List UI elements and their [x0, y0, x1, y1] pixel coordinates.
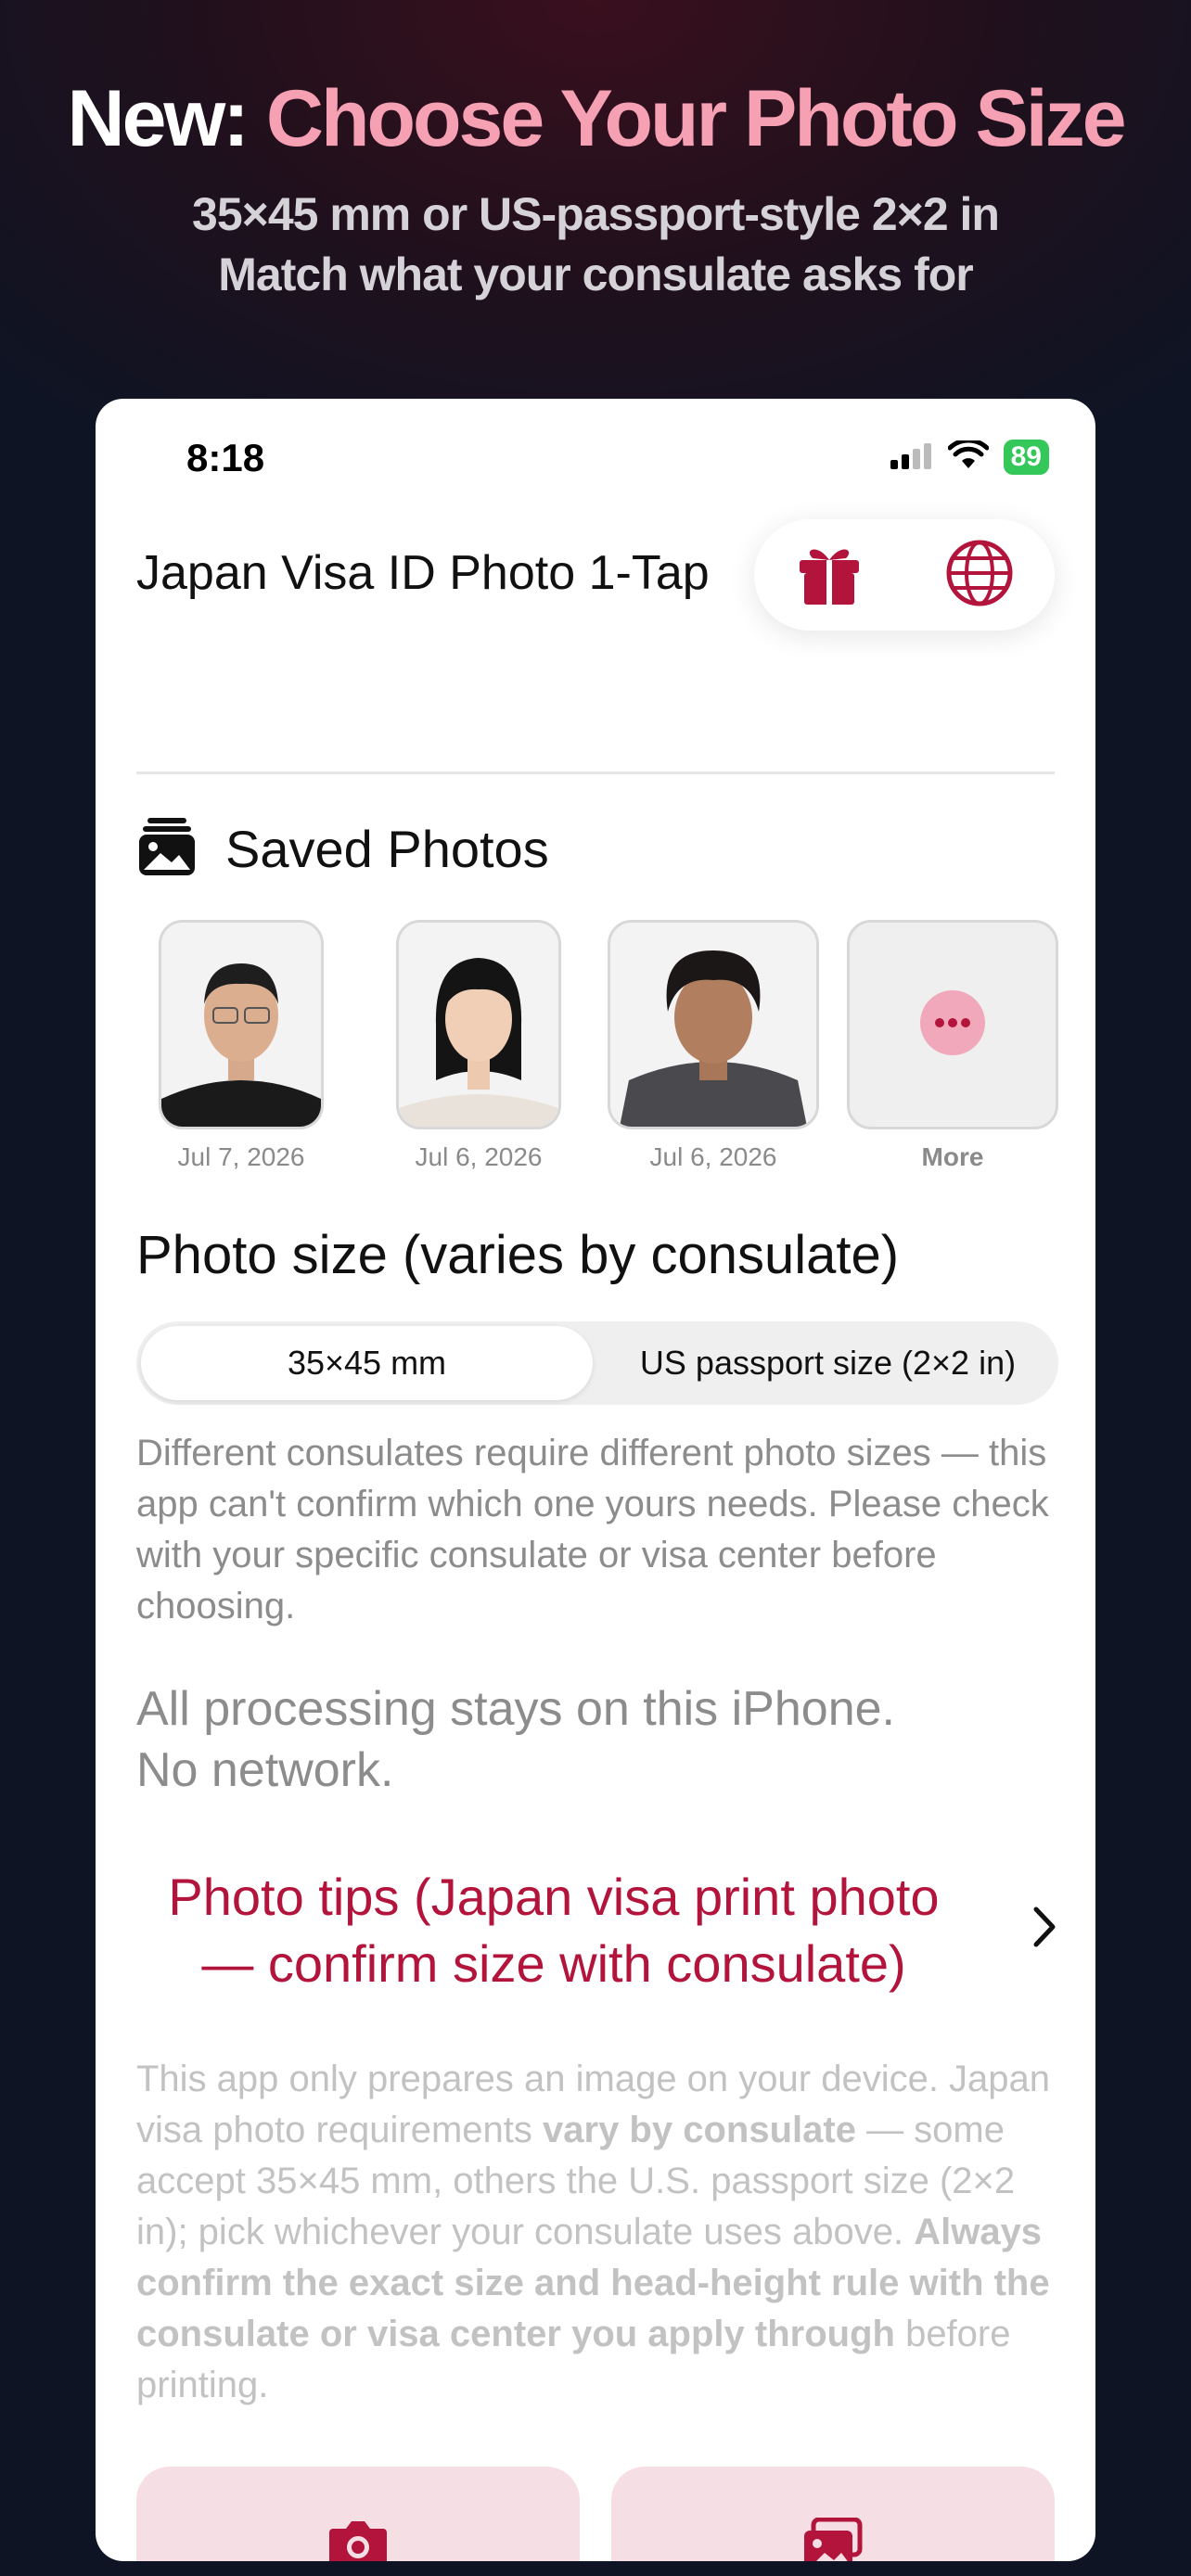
legal-notice: This app only prepares an image on your …: [136, 2054, 1064, 2411]
photo-stack-icon: [136, 816, 198, 882]
segment-35x45[interactable]: 35×45 mm: [141, 1326, 593, 1400]
more-photos-tile: [847, 920, 1058, 1129]
photo-tips-line1: Photo tips (Japan visa print photo: [168, 1868, 940, 1926]
photo-size-selector: 35×45 mm US passport size (2×2 in): [136, 1321, 1058, 1405]
header-actions: [754, 519, 1055, 631]
saved-photos-title: Saved Photos: [225, 820, 549, 878]
promo-headline: New: Choose Your Photo Size: [0, 72, 1191, 165]
saved-photo-item[interactable]: Jul 6, 2026: [396, 920, 561, 1172]
saved-photo-item[interactable]: Jul 7, 2026: [159, 920, 324, 1172]
camera-icon: [327, 2518, 389, 2561]
saved-photo-item[interactable]: Jul 6, 2026: [608, 920, 819, 1172]
more-photos-button[interactable]: More: [847, 920, 1058, 1172]
saved-photo-thumbnail: [159, 920, 324, 1129]
segment-us-passport[interactable]: US passport size (2×2 in): [602, 1326, 1054, 1400]
saved-photo-thumbnail: [608, 920, 819, 1129]
status-time: 8:18: [186, 436, 265, 479]
status-icons: 89: [889, 438, 1049, 475]
promo-subtitle-line2: Match what your consulate asks for: [218, 249, 973, 300]
privacy-line2: No network.: [136, 1743, 394, 1797]
cellular-signal-icon: [889, 441, 933, 474]
photo-tips-link[interactable]: Photo tips (Japan visa print photo — con…: [136, 1864, 1058, 1994]
saved-photo-date: Jul 7, 2026: [177, 1142, 305, 1171]
battery-indicator: 89: [1003, 440, 1049, 475]
take-photo-button[interactable]: [136, 2467, 580, 2561]
photo-library-icon: [802, 2517, 864, 2561]
wifi-icon: [947, 438, 990, 475]
photo-tips-label: Photo tips (Japan visa print photo — con…: [136, 1864, 971, 1997]
chevron-right-icon: [1031, 1906, 1058, 1953]
choose-from-library-button[interactable]: [611, 2467, 1055, 2561]
gift-button[interactable]: [788, 533, 871, 617]
saved-photo-date: Jul 6, 2026: [649, 1142, 777, 1171]
more-label: More: [921, 1142, 984, 1171]
phone-screen: 8:18 89 Japan Visa ID Photo 1-Tap Saved …: [96, 399, 1095, 2561]
app-title: Japan Visa ID Photo 1-Tap: [136, 546, 710, 600]
privacy-line1: All processing stays on this iPhone.: [136, 1682, 895, 1736]
photo-size-title: Photo size (varies by consulate): [136, 1225, 900, 1285]
saved-photos-header: Saved Photos: [136, 816, 549, 882]
promo-headline-prefix: New:: [67, 74, 266, 163]
photo-size-disclaimer: Different consulates require different p…: [136, 1433, 1049, 1626]
promo-headline-accent: Choose Your Photo Size: [265, 74, 1127, 163]
globe-icon: [944, 538, 1015, 613]
legal-bold1: vary by consulate: [543, 2110, 856, 2150]
saved-photo-date: Jul 6, 2026: [415, 1142, 543, 1171]
photo-tips-line2: — confirm size with consulate): [201, 1934, 906, 1993]
promo-subtitle-line1: 35×45 mm or US-passport-style 2×2 in: [192, 188, 1000, 240]
header-divider: [136, 772, 1055, 774]
language-button[interactable]: [938, 533, 1021, 617]
saved-photo-thumbnail: [396, 920, 561, 1129]
privacy-note: All processing stays on this iPhone. No …: [136, 1678, 1064, 1801]
gift-icon: [794, 538, 864, 613]
more-icon: [920, 989, 985, 1060]
saved-photos-list: Jul 7, 2026 Jul 6, 2026 Jul 6, 2026 More: [136, 920, 1058, 1171]
